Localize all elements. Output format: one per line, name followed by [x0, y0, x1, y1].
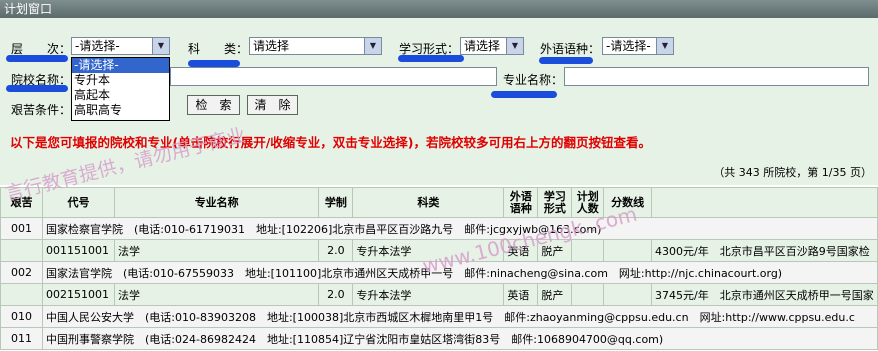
school-code: 011	[0, 327, 44, 350]
chevron-down-icon[interactable]: ▼	[364, 38, 381, 54]
major-name-label: 专业名称：	[503, 73, 564, 87]
school-name-input[interactable]	[170, 67, 497, 86]
column-header	[651, 187, 878, 218]
highlight-mark	[188, 60, 240, 67]
table-header-row: 艰苦 代号 专业名称 学制 科类 外语语种 学习形式 计划人数 分数线	[0, 187, 878, 218]
language-select[interactable]: -请选择- ▼	[602, 37, 674, 55]
table-row[interactable]: 001 国家检察官学院 (电话:010-61719031 地址:[102206]…	[0, 217, 878, 240]
column-header: 科类	[352, 187, 505, 218]
school-code: 002	[0, 261, 44, 284]
major-plan	[571, 283, 605, 306]
column-header: 学制	[318, 187, 354, 218]
level-option[interactable]: -请选择-	[72, 58, 169, 73]
highlight-mark	[539, 57, 593, 64]
major-name: 法学	[113, 283, 320, 306]
column-header: 专业名称	[113, 187, 320, 218]
pagination-count: （共 343 所院校，第 1/35 页）	[713, 166, 872, 179]
major-code: 001151001	[42, 239, 115, 262]
major-code: 002151001	[42, 283, 115, 306]
hardship-label: 艰苦条件：	[11, 103, 72, 117]
school-code: 010	[0, 305, 44, 328]
level-select-value: -请选择-	[75, 39, 120, 53]
subject-select[interactable]: 请选择 ▼	[249, 37, 382, 55]
major-years: 2.0	[318, 283, 354, 306]
window-title: 计划窗口	[0, 0, 878, 18]
chevron-down-icon[interactable]: ▼	[506, 38, 523, 54]
major-extra: 4300元/年 北京市昌平区百沙路9号国家检	[651, 239, 878, 262]
major-score	[603, 283, 653, 306]
language-label: 外语语种：	[540, 42, 601, 56]
major-name: 法学	[113, 239, 320, 262]
language-select-value: -请选择-	[606, 39, 651, 53]
level-option[interactable]: 高起本	[72, 88, 169, 103]
major-language: 英语	[503, 283, 539, 306]
level-option[interactable]: 专升本	[72, 73, 169, 88]
level-select[interactable]: -请选择- ▼	[71, 37, 170, 55]
table-row[interactable]: 010 中国人民公安大学 (电话:010-83903208 地址:[100038…	[0, 305, 878, 328]
school-code: 001	[0, 217, 44, 240]
highlight-mark	[491, 91, 557, 98]
major-mode: 脱产	[537, 283, 573, 306]
level-dropdown-list: -请选择- 专升本 高起本 高职高专	[71, 57, 170, 121]
column-header: 外语语种	[503, 187, 539, 218]
clear-button[interactable]: 清 除	[247, 95, 298, 115]
chevron-down-icon[interactable]: ▼	[152, 38, 169, 54]
major-extra: 3745元/年 北京市通州区天成桥甲一号国家	[651, 283, 878, 306]
school-info: 国家检察官学院 (电话:010-61719031 地址:[102206]北京市昌…	[42, 217, 878, 240]
major-years: 2.0	[318, 239, 354, 262]
notice-text: 以下是您可填报的院校和专业(单击院校行展开/收缩专业，双击专业选择)，若院校较多…	[10, 135, 651, 150]
major-category: 专升本法学	[352, 283, 505, 306]
highlight-mark	[398, 55, 464, 62]
school-info: 中国刑事警察学院 (电话:024-86982424 地址:[110854]辽宁省…	[42, 327, 878, 350]
study-mode-select[interactable]: 请选择 ▼	[460, 37, 524, 55]
table-row[interactable]: 011 中国刑事警察学院 (电话:024-86982424 地址:[110854…	[0, 327, 878, 350]
study-mode-select-value: 请选择	[464, 39, 501, 53]
search-button[interactable]: 检 索	[187, 95, 240, 115]
highlight-mark	[6, 85, 68, 92]
subject-label: 科 类：	[188, 42, 249, 56]
school-info: 中国人民公安大学 (电话:010-83903208 地址:[100038]北京市…	[42, 305, 878, 328]
subject-select-value: 请选择	[253, 39, 290, 53]
major-plan	[571, 239, 605, 262]
column-header: 学习形式	[537, 187, 573, 218]
major-score	[603, 239, 653, 262]
major-name-input[interactable]	[564, 67, 869, 86]
highlight-mark	[6, 55, 68, 62]
table-row[interactable]: 002151001 法学 2.0 专升本法学 英语 脱产 3745元/年 北京市…	[0, 283, 878, 306]
chevron-down-icon[interactable]: ▼	[656, 38, 673, 54]
level-option[interactable]: 高职高专	[72, 103, 169, 118]
